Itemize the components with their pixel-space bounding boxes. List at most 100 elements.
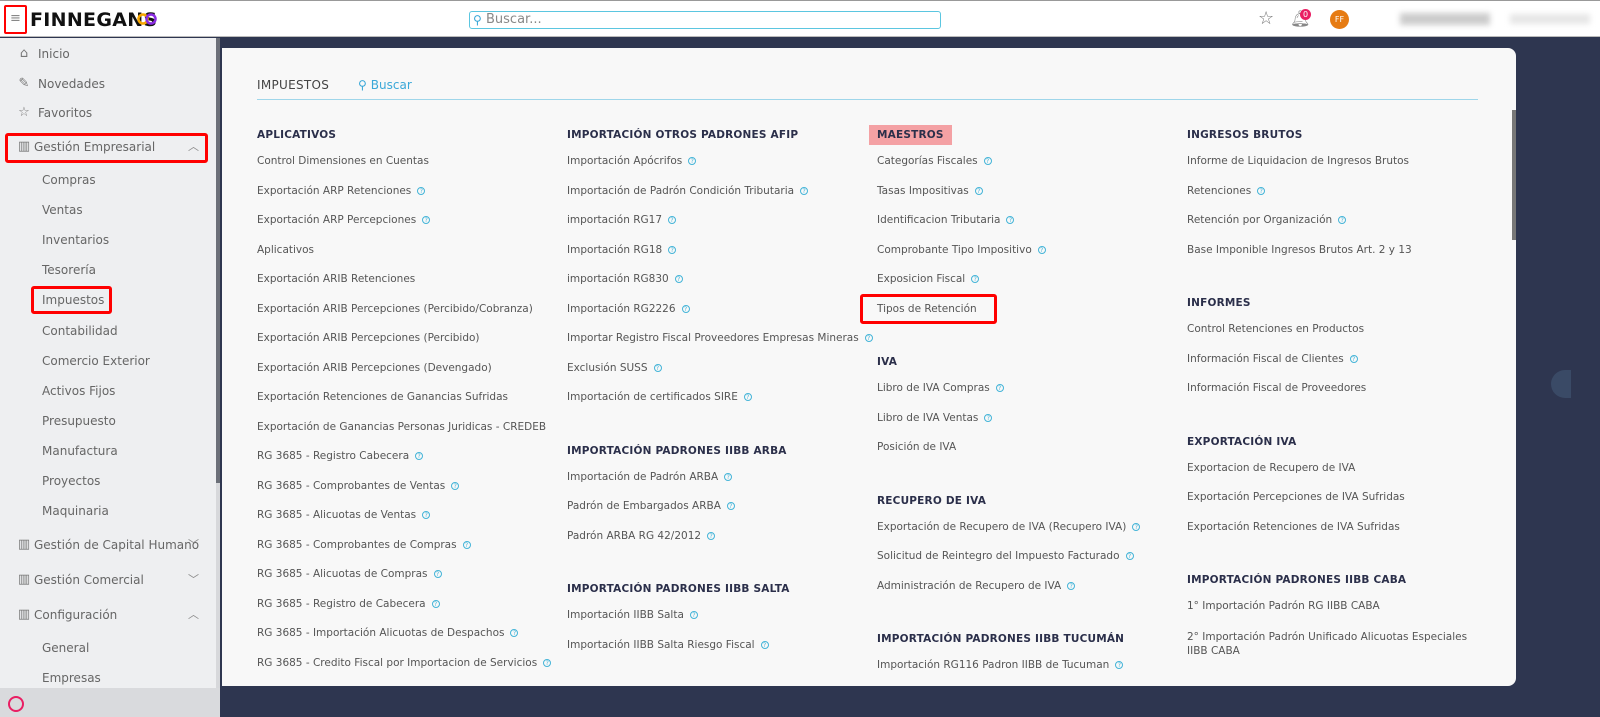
menu-link-exclusion-suss[interactable]: Exclusión SUSS?: [567, 354, 867, 384]
help-icon[interactable]: ?: [462, 540, 471, 549]
help-icon[interactable]: ?: [668, 216, 677, 224]
sidebar-item-proyectos[interactable]: Proyectos: [0, 467, 216, 495]
help-icon[interactable]: ?: [688, 157, 697, 165]
help-icon[interactable]: ?: [422, 216, 431, 224]
menu-link-exportacion-percepciones-de-iva-sufridas[interactable]: Exportación Percepciones de IVA Sufridas: [1187, 483, 1487, 513]
menu-link-control-retenciones-en-productos[interactable]: Control Retenciones en Productos: [1187, 315, 1487, 345]
menu-link-exposicion-fiscal[interactable]: Exposicion Fiscal?: [877, 265, 1177, 295]
menu-link-rg-3685-alicuotas-de-compras[interactable]: RG 3685 - Alicuotas de Compras?: [257, 560, 557, 590]
menu-link-importacion-rg830[interactable]: importación RG830?: [567, 265, 867, 295]
help-icon[interactable]: ?: [984, 413, 993, 422]
help-icon[interactable]: ?: [1257, 186, 1266, 195]
help-icon[interactable]: ?: [422, 511, 431, 519]
menu-link-retencion-por-organizacion[interactable]: Retención por Organización?: [1187, 206, 1487, 236]
menu-link-importacion-rg18[interactable]: Importación RG18?: [567, 236, 867, 266]
menu-link-importacion-rg2226[interactable]: Importación RG2226?: [567, 295, 867, 325]
menu-link-importacion-rg116-padron-iibb-de-tucuman[interactable]: Importación RG116 Padron IIBB de Tucuman…: [877, 651, 1177, 681]
menu-link-libro-de-iva-ventas[interactable]: Libro de IVA Ventas?: [877, 404, 1177, 434]
menu-link-exportacion-de-ganancias-personas-juridicas-credeb[interactable]: Exportación de Ganancias Personas Juridi…: [257, 413, 557, 443]
help-icon[interactable]: ?: [760, 640, 769, 649]
help-icon[interactable]: ?: [1037, 245, 1046, 254]
menu-link-exportacion-retenciones-de-iva-sufridas[interactable]: Exportación Retenciones de IVA Sufridas: [1187, 513, 1487, 543]
sidebar-item-general[interactable]: General: [0, 634, 216, 662]
help-icon[interactable]: ?: [1125, 552, 1134, 560]
help-icon[interactable]: ?: [1349, 354, 1358, 363]
menu-link-rg-3685-registro-de-cabecera[interactable]: RG 3685 - Registro de Cabecera?: [257, 590, 557, 620]
help-icon[interactable]: ?: [995, 384, 1004, 392]
side-tab[interactable]: [1551, 370, 1571, 398]
help-icon[interactable]: ?: [510, 629, 519, 637]
menu-link-control-dimensiones-en-cuentas[interactable]: Control Dimensiones en Cuentas: [257, 147, 557, 177]
menu-link-2-importacion-padron-unificado-alicuotas-especiales-iibb-caba[interactable]: 2° Importación Padrón Unificado Alicuota…: [1187, 622, 1477, 658]
menu-link-exportacion-arp-retenciones[interactable]: Exportación ARP Retenciones?: [257, 177, 557, 207]
menu-link-importacion-de-padron-arba[interactable]: Importación de Padrón ARBA?: [567, 463, 867, 493]
menu-link-exportacion-arib-percepciones-percibido-cobranza[interactable]: Exportación ARIB Percepciones (Percibido…: [257, 295, 557, 325]
help-icon[interactable]: ?: [800, 186, 809, 195]
help-icon[interactable]: ?: [689, 611, 698, 619]
sidebar-item-comercio-exterior[interactable]: Comercio Exterior: [0, 347, 216, 375]
help-icon[interactable]: ?: [668, 245, 677, 254]
help-icon[interactable]: ?: [983, 157, 992, 165]
menu-link-base-imponible-ingresos-brutos-art-2-y-13[interactable]: Base Imponible Ingresos Brutos Art. 2 y …: [1187, 236, 1487, 266]
sidebar-item-manufactura[interactable]: Manufactura: [0, 437, 216, 465]
menu-link-rg-3685-importacion-alicuotas-de-despachos[interactable]: RG 3685 - Importación Alicuotas de Despa…: [257, 619, 557, 649]
help-icon[interactable]: ?: [743, 393, 752, 401]
menu-link-aplicativos[interactable]: Aplicativos: [257, 236, 557, 266]
help-icon[interactable]: ?: [543, 658, 552, 667]
menu-link-rg-3685-comprobantes-de-ventas[interactable]: RG 3685 - Comprobantes de Ventas?: [257, 472, 557, 502]
menu-link-solicitud-de-reintegro-del-impuesto-facturado[interactable]: Solicitud de Reintegro del Impuesto Fact…: [877, 542, 1177, 572]
help-icon[interactable]: ?: [433, 570, 442, 578]
menu-link-retenciones[interactable]: Retenciones?: [1187, 177, 1487, 207]
sidebar-item-contabilidad[interactable]: Contabilidad: [0, 317, 216, 345]
menu-link-tipos-de-retencion[interactable]: Tipos de Retención: [877, 295, 1177, 325]
help-icon[interactable]: ?: [707, 531, 716, 540]
favorites-star-icon[interactable]: ☆: [1258, 8, 1274, 29]
help-icon[interactable]: ?: [864, 334, 873, 342]
sidebar-group-gestion-de-capital-humano[interactable]: ▥ Gestión de Capital Humano ﹀: [0, 531, 216, 559]
menu-link-rg-3685-registro-cabecera[interactable]: RG 3685 - Registro Cabecera?: [257, 442, 557, 472]
menu-link-rg-3685-comprobantes-de-compras[interactable]: RG 3685 - Comprobantes de Compras?: [257, 531, 557, 561]
menu-link-informe-de-liquidacion-de-ingresos-brutos[interactable]: Informe de Liquidacion de Ingresos Bruto…: [1187, 147, 1487, 177]
panel-search[interactable]: ⚲ Buscar: [358, 78, 416, 92]
menu-link-comprobante-tipo-impositivo[interactable]: Comprobante Tipo Impositivo?: [877, 236, 1177, 266]
menu-link-categorias-fiscales[interactable]: Categorías Fiscales?: [877, 147, 1177, 177]
menu-link-importar-registro-fiscal-proveedores-empresas-mineras[interactable]: Importar Registro Fiscal Proveedores Emp…: [567, 324, 873, 354]
help-icon[interactable]: ?: [726, 502, 735, 510]
sidebar-item-presupuesto[interactable]: Presupuesto: [0, 407, 216, 435]
menu-link-exportacion-arib-percepciones-percibido[interactable]: Exportación ARIB Percepciones (Percibido…: [257, 324, 557, 354]
menu-link-exportacion-retenciones-de-ganancias-sufridas[interactable]: Exportación Retenciones de Ganancias Suf…: [257, 383, 557, 413]
sidebar-item-ventas[interactable]: Ventas: [0, 196, 216, 224]
help-icon[interactable]: ?: [1067, 581, 1076, 590]
menu-link-identificacion-tributaria[interactable]: Identificacion Tributaria?: [877, 206, 1177, 236]
help-icon[interactable]: ?: [1115, 661, 1124, 669]
menu-link-exportacion-de-recupero-de-iva[interactable]: Exportacion de Recupero de IVA: [1187, 454, 1487, 484]
menu-link-libro-de-iva-compras[interactable]: Libro de IVA Compras?: [877, 374, 1177, 404]
sidebar-item-inventarios[interactable]: Inventarios: [0, 226, 216, 254]
help-icon[interactable]: ?: [1338, 216, 1347, 224]
panel-scrollbar[interactable]: [1512, 110, 1516, 240]
menu-link-exportacion-de-recupero-de-iva-recupero-iva[interactable]: Exportación de Recupero de IVA (Recupero…: [877, 513, 1177, 543]
sidebar-item-tesoreria[interactable]: Tesorería: [0, 256, 216, 284]
global-search-input[interactable]: ⚲ Buscar...: [469, 11, 941, 29]
menu-link-informacion-fiscal-de-clientes[interactable]: Información Fiscal de Clientes?: [1187, 345, 1487, 375]
menu-link-exportacion-arp-percepciones[interactable]: Exportación ARP Percepciones?: [257, 206, 557, 236]
menu-link-exportacion-arib-retenciones[interactable]: Exportación ARIB Retenciones: [257, 265, 557, 295]
help-icon[interactable]: ?: [971, 275, 980, 283]
menu-link-administracion-de-recupero-de-iva[interactable]: Administración de Recupero de IVA?: [877, 572, 1177, 602]
sidebar-scrollbar[interactable]: [216, 38, 220, 483]
sidebar-item-novedades[interactable]: ✎ Novedades: [0, 70, 216, 98]
sidebar-group-gestion-comercial[interactable]: ▥ Gestión Comercial ﹀: [0, 566, 216, 594]
help-icon[interactable]: ?: [1132, 522, 1141, 531]
menu-link-1-importacion-padron-rg-iibb-caba[interactable]: 1° Importación Padrón RG IIBB CABA: [1187, 592, 1487, 622]
menu-link-rg-3685-alicuotas-de-ventas[interactable]: RG 3685 - Alicuotas de Ventas?: [257, 501, 557, 531]
menu-link-padron-arba-rg-42-2012[interactable]: Padrón ARBA RG 42/2012?: [567, 522, 867, 552]
help-icon[interactable]: ?: [653, 363, 662, 372]
help-icon[interactable]: ?: [431, 599, 440, 608]
sidebar-item-activos-fijos[interactable]: Activos Fijos: [0, 377, 216, 405]
help-icon[interactable]: ?: [724, 472, 733, 481]
help-icon[interactable]: ?: [674, 275, 683, 283]
menu-link-padron-de-embargados-arba[interactable]: Padrón de Embargados ARBA?: [567, 492, 867, 522]
menu-link-exportacion-arib-percepciones-devengado[interactable]: Exportación ARIB Percepciones (Devengado…: [257, 354, 557, 384]
sidebar-item-compras[interactable]: Compras: [0, 166, 216, 194]
menu-link-importacion-apocrifos[interactable]: Importación Apócrifos?: [567, 147, 867, 177]
